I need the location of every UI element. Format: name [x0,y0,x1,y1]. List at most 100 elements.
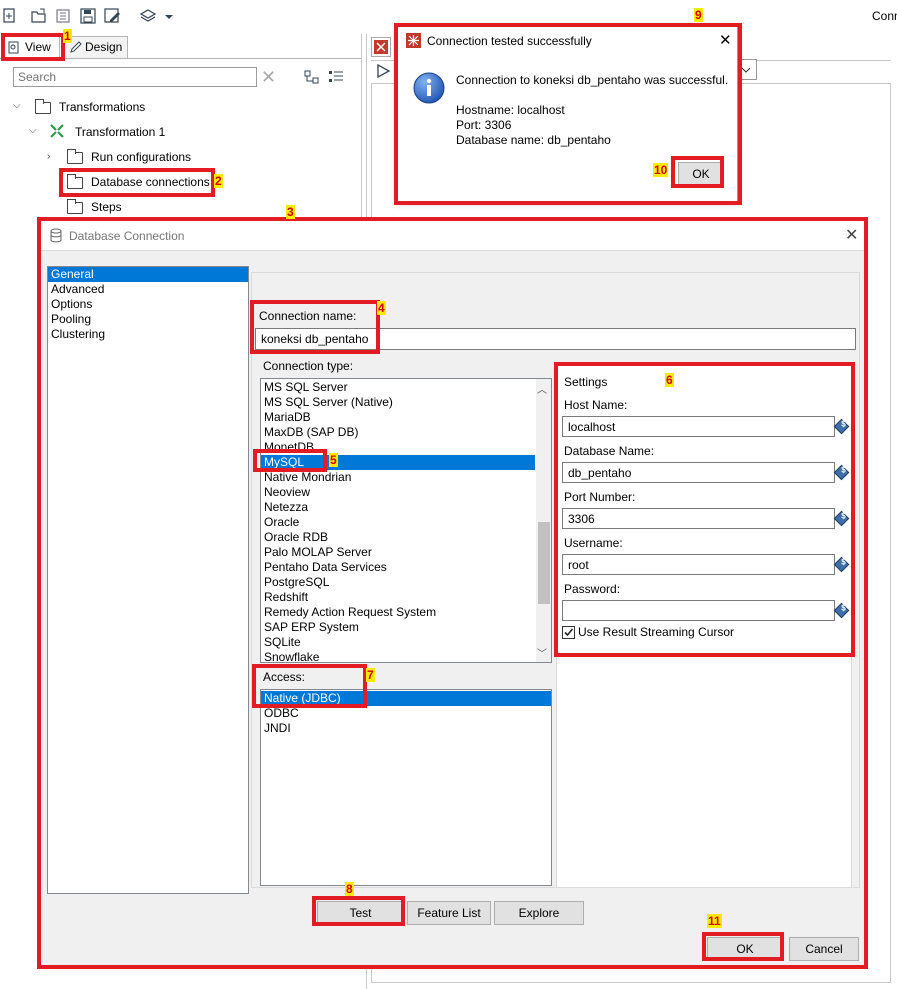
database-text: Database name: db_pentaho [456,133,611,147]
connection-type-item[interactable]: PostgreSQL [261,575,535,590]
connection-type-item[interactable]: MaxDB (SAP DB) [261,425,535,440]
folder-icon [35,99,51,114]
connection-type-item[interactable]: Palo MOLAP Server [261,545,535,560]
variable-icon[interactable] [833,464,850,481]
access-list[interactable]: Native (JDBC) ODBC JNDI [260,689,552,886]
nav-item-options[interactable]: Options [48,297,248,312]
close-icon[interactable]: ✕ [845,225,858,245]
password-input[interactable] [562,600,835,621]
folder-icon [67,149,83,164]
cancel-button[interactable]: Cancel [789,937,859,961]
connection-type-item[interactable]: Native Mondrian [261,470,535,485]
connection-type-item[interactable]: Oracle RDB [261,530,535,545]
feature-list-button[interactable]: Feature List [407,901,491,925]
connection-type-item[interactable]: MS SQL Server (Native) [261,395,535,410]
explore-icon[interactable] [55,8,71,24]
save-as-icon[interactable] [104,8,120,24]
connection-type-item[interactable]: SQLite [261,635,535,650]
tab-design[interactable]: Design [64,36,128,58]
annotation-badge-9: 9 [694,8,703,22]
connection-name-label: Connection name: [259,309,357,323]
access-item[interactable]: ODBC [261,706,551,721]
tree-item-transformation-1[interactable]: Transformation 1 [75,122,165,142]
connection-type-item[interactable]: MariaDB [261,410,535,425]
scroll-up-icon[interactable]: ︿ [537,381,547,396]
connection-type-item[interactable]: MS SQL Server [261,380,535,395]
connection-label: Conn [872,9,897,23]
search-input[interactable] [13,67,257,87]
ok-button[interactable]: OK [678,162,724,186]
message-text: Connection to koneksi db_pentaho was suc… [456,73,729,87]
dialog-titlebar: Database Connection ✕ [41,220,865,251]
hostname-text: Hostname: localhost [456,103,565,117]
scroll-thumb[interactable] [538,522,550,604]
connection-type-label: Connection type: [263,359,354,373]
port-number-input[interactable]: 3306 [562,508,835,529]
tree-item-database-connections[interactable]: Database connections [91,172,210,192]
save-icon[interactable] [80,8,96,24]
scroll-down-icon[interactable]: ﹀ [537,645,547,660]
tab-view[interactable]: View [4,36,60,58]
connection-name-input[interactable]: koneksi db_pentaho [255,328,856,350]
chevron-right-icon[interactable]: › [47,151,50,162]
variable-icon[interactable] [833,418,850,435]
view-icon [8,41,20,57]
test-button[interactable]: Test [317,901,404,925]
database-connection-dialog: Database Connection ✕ General Advanced O… [40,219,866,967]
nav-item-advanced[interactable]: Advanced [48,282,248,297]
variable-icon[interactable] [833,510,850,527]
connection-type-item[interactable]: Snowflake [261,650,535,662]
chevron-down-icon[interactable]: ⌵ [29,125,37,136]
username-label: Username: [564,536,623,550]
new-file-icon[interactable] [2,8,18,24]
nav-item-pooling[interactable]: Pooling [48,312,248,327]
editor-tab[interactable] [371,37,391,57]
variable-icon[interactable] [833,602,850,619]
database-icon [50,228,62,246]
dropdown-arrow-icon[interactable] [164,8,180,24]
connection-type-scrollbar[interactable]: ︿ ﹀ [536,379,551,662]
annotation-badge-10: 10 [653,163,669,177]
collapse-tree-icon[interactable] [304,70,320,87]
close-icon[interactable]: ✕ [719,31,732,49]
connection-type-item[interactable]: Neoview [261,485,535,500]
username-input[interactable]: root [562,554,835,575]
password-label: Password: [564,582,621,596]
streaming-checkbox[interactable] [562,626,575,639]
access-item[interactable]: Native (JDBC) [261,691,551,706]
variable-icon[interactable] [833,556,850,573]
connection-type-item[interactable]: Pentaho Data Services [261,560,535,575]
connection-type-item[interactable]: Remedy Action Request System [261,605,535,620]
expand-tree-icon[interactable] [328,70,344,87]
layers-icon[interactable] [139,8,157,24]
connection-type-item[interactable]: SAP ERP System [261,620,535,635]
access-item[interactable]: JNDI [261,721,551,736]
annotation-badge-11: 11 [707,914,722,928]
annotation-badge-6: 6 [665,373,674,387]
connection-type-item[interactable]: MySQL [261,455,535,470]
clear-search-icon[interactable]: ✕ [261,68,276,86]
ok-button[interactable]: OK [707,937,783,961]
open-icon[interactable] [31,8,47,24]
host-name-input[interactable]: localhost [562,416,835,437]
tab-divider [0,58,361,59]
nav-item-general[interactable]: General [48,267,248,282]
tree-item-steps[interactable]: Steps [91,197,122,217]
nav-item-clustering[interactable]: Clustering [48,327,248,342]
database-name-label: Database Name: [564,444,655,458]
connection-type-item[interactable]: Redshift [261,590,535,605]
database-name-input[interactable]: db_pentaho [562,462,835,483]
explore-button[interactable]: Explore [494,901,584,925]
port-number-label: Port Number: [564,490,636,504]
annotation-badge-5: 5 [329,453,338,467]
editor-dropdown[interactable] [735,59,757,80]
connection-type-list[interactable]: MS SQL Server MS SQL Server (Native) Maria… [260,378,552,663]
connection-type-item[interactable]: Oracle [261,515,535,530]
run-icon[interactable] [375,63,391,82]
access-label: Access: [263,670,306,684]
connection-type-item[interactable]: Netezza [261,500,535,515]
chevron-down-icon[interactable]: ⌵ [13,100,21,111]
tree-item-run-configurations[interactable]: Run configurations [91,147,191,167]
tree-item-transformations[interactable]: Transformations [59,97,145,117]
connection-type-item[interactable]: MonetDB [261,440,535,455]
